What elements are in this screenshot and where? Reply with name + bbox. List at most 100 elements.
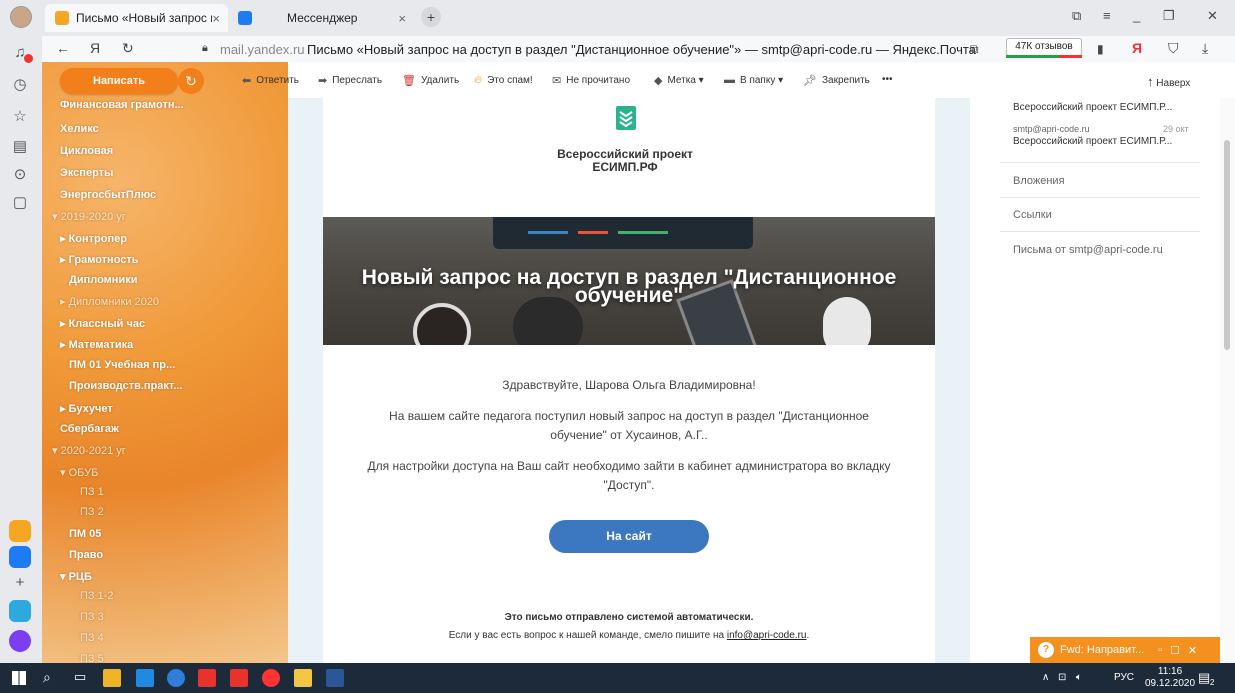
folder-item[interactable]: ▾ 2019-2020 уг [52, 210, 126, 223]
back-icon[interactable]: ← [56, 40, 70, 56]
play-icon[interactable]: ⊙ [9, 164, 31, 186]
folder-item[interactable]: Сбербагаж [60, 423, 119, 435]
volume-icon[interactable]: 🔈︎ [1076, 672, 1082, 683]
compose-button[interactable]: Написать [60, 68, 178, 94]
folder-item[interactable]: ▸ Контропер [60, 232, 127, 245]
folder-item[interactable]: ПМ 05 [69, 528, 101, 540]
language-indicator[interactable]: РУС [1114, 672, 1134, 683]
video-app-icon[interactable] [9, 600, 31, 622]
scroll-up-button[interactable]: ↑ Наверх [1147, 74, 1190, 89]
restore-icon[interactable]: ❐ [1163, 8, 1175, 24]
folder-item[interactable]: ▸ Бухучет [60, 402, 113, 415]
label-button[interactable]: ◆ Метка ▾ [654, 74, 704, 87]
folder-item[interactable]: ПЗ 3 [80, 611, 104, 623]
pin-button[interactable]: 📌︎ Закрепить [803, 74, 870, 87]
folder-item[interactable]: Хеликс [60, 123, 99, 135]
app-icon[interactable]: ▢ [9, 192, 31, 214]
word-icon[interactable] [326, 669, 344, 687]
folder-item[interactable]: Эксперты [60, 167, 113, 179]
folder-item[interactable]: ▾ ОБУБ [60, 466, 98, 479]
menu-icon[interactable]: ≡ [1103, 8, 1111, 23]
folder-item[interactable]: ▾ 2020-2021 уг [52, 444, 126, 457]
close-icon[interactable]: × [212, 11, 220, 26]
alice-app-icon[interactable] [9, 630, 31, 652]
notes-icon[interactable]: ▤ [9, 136, 31, 158]
folder-item[interactable]: ▸ Дипломники 2020 [60, 295, 159, 308]
notification-popup[interactable]: ? Fwd: Направит... ▫ ☐ ✕ [1030, 637, 1220, 663]
folder-item[interactable]: ▸ Грамотность [60, 253, 139, 266]
reload-icon[interactable]: ↻ [122, 40, 134, 57]
reply-button[interactable]: ⬅ Ответить [242, 74, 299, 87]
refresh-icon[interactable]: ↻ [178, 68, 204, 94]
folder-item[interactable]: ЭнергосбытПлюс [60, 189, 156, 201]
mark-unread-button[interactable]: ✉ Не прочитано [552, 74, 630, 87]
go-to-site-button[interactable]: На сайт [549, 520, 709, 553]
protect-icon[interactable]: ⛉ [1168, 40, 1179, 57]
network-icon[interactable]: ⊡ [1058, 672, 1066, 683]
messenger-app-icon[interactable] [9, 546, 31, 568]
attachments-link[interactable]: Вложения [1013, 175, 1065, 187]
download-icon[interactable]: ⤓ [1202, 40, 1208, 57]
folder-item[interactable]: ▾ РЦБ [60, 570, 92, 583]
folder-item[interactable]: ПМ 01 Учебная пр... [69, 359, 175, 371]
windows-start-icon[interactable] [12, 671, 26, 685]
scrollbar-thumb[interactable] [1224, 140, 1230, 350]
folder-item[interactable]: Производств.практ... [69, 380, 183, 392]
letters-from-link[interactable]: Письма от smtp@apri-code.ru [1013, 244, 1163, 256]
links-link[interactable]: Ссылки [1013, 209, 1052, 221]
folder-item[interactable]: ПЗ 2 [80, 506, 104, 518]
tab-mail[interactable]: Письмо «Новый запрос на × [45, 4, 228, 32]
thread-item-subject[interactable]: Всероссийский проект ЕСИМП.Р... [1013, 102, 1172, 113]
folder-item[interactable]: Дипломники [69, 274, 137, 286]
clock[interactable]: 11:16 09.12.2020 [1145, 666, 1195, 690]
folder-item[interactable]: ▸ Классный час [60, 317, 145, 330]
copy-link-icon[interactable]: ⧉ [970, 42, 979, 57]
folder-item[interactable]: ПЗ 1-2 [80, 590, 114, 602]
bookmark-icon[interactable]: ▮ [1097, 42, 1104, 56]
more-button[interactable]: ••• [882, 74, 893, 85]
yandex-logo-icon[interactable]: Я [90, 40, 100, 56]
tab-messenger[interactable]: Мессенджер × [228, 4, 414, 32]
page-title[interactable]: Письмо «Новый запрос на доступ в раздел … [307, 42, 976, 57]
action-center-icon[interactable]: ▤ [1198, 670, 1210, 686]
mail-icon[interactable] [136, 669, 154, 687]
profile-avatar[interactable] [10, 6, 32, 28]
reviews-badge[interactable]: 47К отзывов [1006, 38, 1082, 56]
star-icon[interactable]: ☆ [9, 106, 31, 128]
close-icon[interactable]: × [398, 11, 406, 26]
folder-item[interactable]: ПЗ 5 [80, 653, 104, 663]
spam-button[interactable]: 🔥︎ Это спам! [474, 74, 533, 87]
history-icon[interactable]: ◷ [9, 74, 31, 96]
yandex-browser-2-icon[interactable] [230, 669, 248, 687]
thread-item-from[interactable]: smtp@apri-code.ru [1013, 124, 1090, 134]
add-icon[interactable]: + [9, 572, 31, 594]
explorer-icon[interactable] [294, 669, 312, 687]
mail-app-icon[interactable] [9, 520, 31, 542]
folder-item[interactable]: ПЗ 4 [80, 632, 104, 644]
yandex-icon[interactable] [262, 669, 280, 687]
search-icon[interactable]: ⌕ [43, 669, 51, 686]
tray-arrow-icon[interactable]: ∧ [1042, 672, 1049, 683]
yandex-icon[interactable]: Я [1132, 40, 1142, 56]
edge-icon[interactable] [167, 669, 185, 687]
maximize-icon[interactable]: ☐ [1170, 644, 1180, 657]
close-icon[interactable]: ✕ [1188, 644, 1197, 657]
url-domain[interactable]: mail.yandex.ru [220, 42, 305, 57]
expand-icon[interactable]: ▫ [1158, 644, 1162, 656]
store-icon[interactable] [103, 669, 121, 687]
yandex-browser-icon[interactable] [198, 669, 216, 687]
move-folder-button[interactable]: ▬ В папку ▾ [724, 74, 783, 86]
forward-button[interactable]: ➡ Переслать [318, 74, 382, 87]
delete-button[interactable]: 🗑︎ Удалить [402, 74, 459, 87]
support-email-link[interactable]: info@apri-code.ru [727, 630, 807, 641]
new-tab-button[interactable]: + [421, 7, 441, 27]
folder-item[interactable]: Право [69, 549, 103, 561]
folder-item[interactable]: Цикловая [60, 145, 113, 157]
folder-item[interactable]: Финансовая грамотн... [60, 99, 184, 111]
folder-item[interactable]: ▸ Математика [60, 338, 133, 351]
thread-item-subject[interactable]: Всероссийский проект ЕСИМП.Р... [1013, 136, 1172, 147]
tabs-icon[interactable]: ⧉ [1072, 8, 1081, 24]
folder-item[interactable]: ПЗ 1 [80, 486, 104, 498]
minimize-icon[interactable]: _ [1133, 8, 1140, 23]
close-window-icon[interactable]: ✕ [1207, 8, 1218, 24]
